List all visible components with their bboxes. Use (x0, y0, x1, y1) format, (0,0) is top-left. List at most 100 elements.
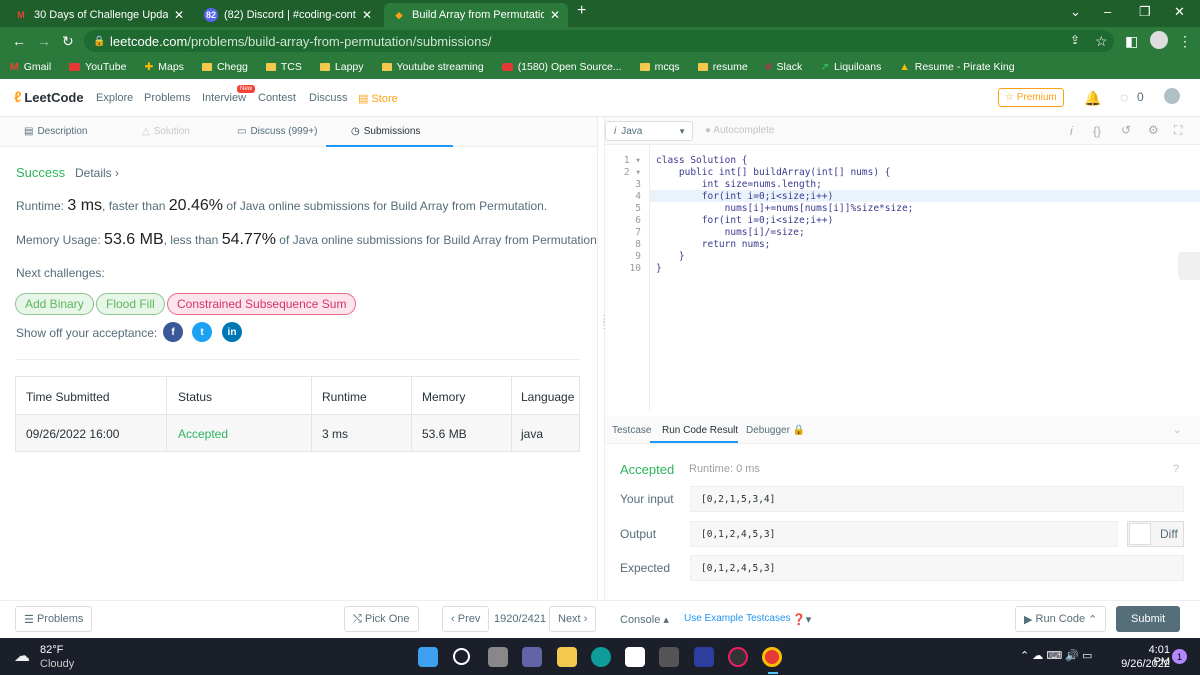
tab-debugger[interactable]: Debugger 🔒 (746, 425, 805, 436)
notification-badge[interactable]: 1 (1172, 649, 1187, 664)
bookmark-chegg[interactable]: Chegg (201, 61, 248, 73)
column-header[interactable]: Status (178, 390, 212, 404)
profile-avatar[interactable] (1150, 31, 1168, 49)
bookmark-lappy[interactable]: Lappy (319, 61, 364, 73)
leetcode-logo[interactable]: ℓ LeetCode (14, 89, 84, 106)
details-link[interactable]: Details › (75, 166, 119, 180)
clock-date[interactable]: 9/26/2022 (1118, 658, 1170, 670)
nav-interview[interactable]: Interview (202, 92, 246, 104)
tab-search-icon[interactable]: ⌄ (1070, 4, 1081, 20)
tab-description[interactable]: ▤ Description (24, 126, 87, 137)
bookmark-star-icon[interactable]: ☆ (1095, 33, 1108, 50)
twitter-icon[interactable]: t (192, 322, 212, 342)
column-header[interactable]: Time Submitted (26, 390, 110, 404)
pick-one-button[interactable]: ⤭ Pick One (344, 606, 419, 632)
app-icon[interactable] (659, 647, 679, 667)
browser-tab-discord[interactable]: 82 (82) Discord | #coding-contests | ✕ (196, 3, 380, 27)
run-code-button[interactable]: ▶ Run Code ⌃ (1015, 606, 1107, 632)
braces-icon[interactable]: {} (1093, 124, 1101, 138)
tab-testcase[interactable]: Testcase (612, 425, 651, 436)
tab-submissions[interactable]: ◷ Submissions (351, 126, 420, 137)
chevron-down-icon[interactable]: ⌄ (1173, 425, 1181, 436)
windows-start-icon[interactable] (418, 647, 438, 667)
task-view-icon[interactable] (488, 647, 508, 667)
file-explorer-icon[interactable] (557, 647, 577, 667)
reset-icon[interactable]: ↺ (1121, 123, 1131, 137)
challenge-add-binary[interactable]: Add Binary (15, 293, 94, 315)
challenge-flood-fill[interactable]: Flood Fill (96, 293, 165, 315)
submit-button[interactable]: Submit (1116, 606, 1181, 632)
bookmark-mcqs[interactable]: mcqs (639, 61, 680, 73)
share-icon[interactable]: ⇪ (1070, 33, 1080, 47)
tab-run-code-result[interactable]: Run Code Result (662, 425, 738, 436)
search-icon[interactable] (453, 648, 470, 665)
column-header[interactable]: Memory (422, 390, 465, 404)
store-icon[interactable] (625, 647, 645, 667)
code-editor[interactable]: 1 ▾ class Solution {2 ▾ public int[] buil… (605, 145, 1200, 410)
app-icon[interactable] (694, 647, 714, 667)
language-select[interactable]: i Java ▼ (605, 121, 693, 141)
bookmark-gmail[interactable]: M Gmail (10, 61, 51, 73)
menu-kebab-icon[interactable]: ⋮ (1178, 33, 1192, 50)
prev-button[interactable]: ‹ Prev (442, 606, 490, 632)
bookmark-youtube-streaming[interactable]: Youtube streaming (381, 61, 484, 73)
minimize-button[interactable]: – (1104, 4, 1111, 19)
reload-icon[interactable]: ↻ (62, 33, 74, 50)
nav-contest[interactable]: Contest (258, 92, 296, 104)
nav-explore[interactable]: Explore (96, 92, 133, 104)
restore-button[interactable]: ❐ (1139, 4, 1151, 20)
linkedin-icon[interactable]: in (222, 322, 242, 342)
tab-solution[interactable]: △ Solution (142, 126, 190, 137)
column-header[interactable]: Runtime (322, 390, 367, 404)
forward-arrow-icon[interactable]: → (37, 33, 51, 49)
browser-tab-gmail[interactable]: M 30 Days of Challenge Update | S ✕ (6, 3, 192, 27)
back-arrow-icon[interactable]: ← (12, 33, 26, 49)
info-icon[interactable]: i (1070, 124, 1073, 138)
bookmark-slack[interactable]: # Slack (766, 61, 803, 73)
close-icon[interactable]: ✕ (362, 8, 372, 22)
panel-splitter[interactable]: ⋮ ⋮ (597, 117, 609, 600)
side-drawer-handle[interactable] (1178, 252, 1200, 280)
teams-chat-icon[interactable] (522, 647, 542, 667)
console-toggle[interactable]: Console ▴ (620, 613, 669, 626)
tray-icons[interactable]: ⌃ ☁ ⌨ 🔊 ▭ (1020, 649, 1092, 662)
problems-button[interactable]: ☰ Problems (15, 606, 93, 632)
coin-icon[interactable]: ◌ (1120, 89, 1128, 105)
temperature[interactable]: 82°F (40, 644, 63, 656)
help-icon[interactable]: ? (1173, 463, 1179, 475)
user-avatar[interactable] (1164, 88, 1180, 104)
bookmark-liquiloans[interactable]: ↗ Liquiloans (820, 61, 881, 73)
nav-store[interactable]: ▤ Store (358, 92, 398, 105)
challenge-constrained-subsequence-sum[interactable]: Constrained Subsequence Sum (167, 293, 357, 315)
nav-discuss[interactable]: Discuss (309, 92, 348, 104)
next-button[interactable]: Next › (549, 606, 597, 632)
bookmark-maps[interactable]: ✚ Maps (144, 61, 184, 73)
cell-status[interactable]: Accepted (178, 427, 228, 441)
bookmark-resume[interactable]: resume (697, 61, 748, 73)
new-tab-button[interactable]: + (577, 2, 586, 20)
close-icon[interactable]: ✕ (174, 8, 184, 22)
bookmark-resume-pirate-king[interactable]: ▲ Resume - Pirate King (899, 61, 1014, 73)
use-example-testcases[interactable]: Use Example Testcases (684, 613, 791, 624)
url-input[interactable]: 🔒 leetcode.com/problems/build-array-from… (84, 30, 1114, 52)
facebook-icon[interactable]: f (163, 322, 183, 342)
nav-problems[interactable]: Problems (144, 92, 190, 104)
bell-icon[interactable]: 🔔 (1084, 90, 1101, 107)
autocomplete-toggle[interactable]: ● Autocomplete (705, 125, 774, 136)
fullscreen-icon[interactable]: ⛶ (1174, 123, 1182, 138)
app-icon[interactable] (728, 647, 748, 667)
close-icon[interactable]: ✕ (550, 8, 560, 22)
tab-discuss[interactable]: ▭ Discuss (999+) (237, 126, 317, 137)
close-window-button[interactable]: ✕ (1174, 4, 1185, 20)
diff-toggle[interactable]: Diff (1127, 521, 1184, 547)
help-icon[interactable]: ❓▾ (792, 613, 811, 626)
bookmark-open-source[interactable]: (1580) Open Source... (501, 61, 622, 73)
browser-tab-leetcode[interactable]: ◆ Build Array from Permutation - L ✕ (384, 3, 568, 27)
column-header[interactable]: Language (521, 390, 574, 404)
chrome-icon[interactable] (762, 647, 782, 667)
sidepanel-icon[interactable]: ◧ (1125, 33, 1138, 50)
premium-button[interactable]: ☆ Premium (998, 88, 1064, 107)
edge-icon[interactable] (591, 647, 611, 667)
settings-gear-icon[interactable]: ⚙ (1148, 123, 1159, 137)
bookmark-tcs[interactable]: TCS (265, 61, 302, 73)
